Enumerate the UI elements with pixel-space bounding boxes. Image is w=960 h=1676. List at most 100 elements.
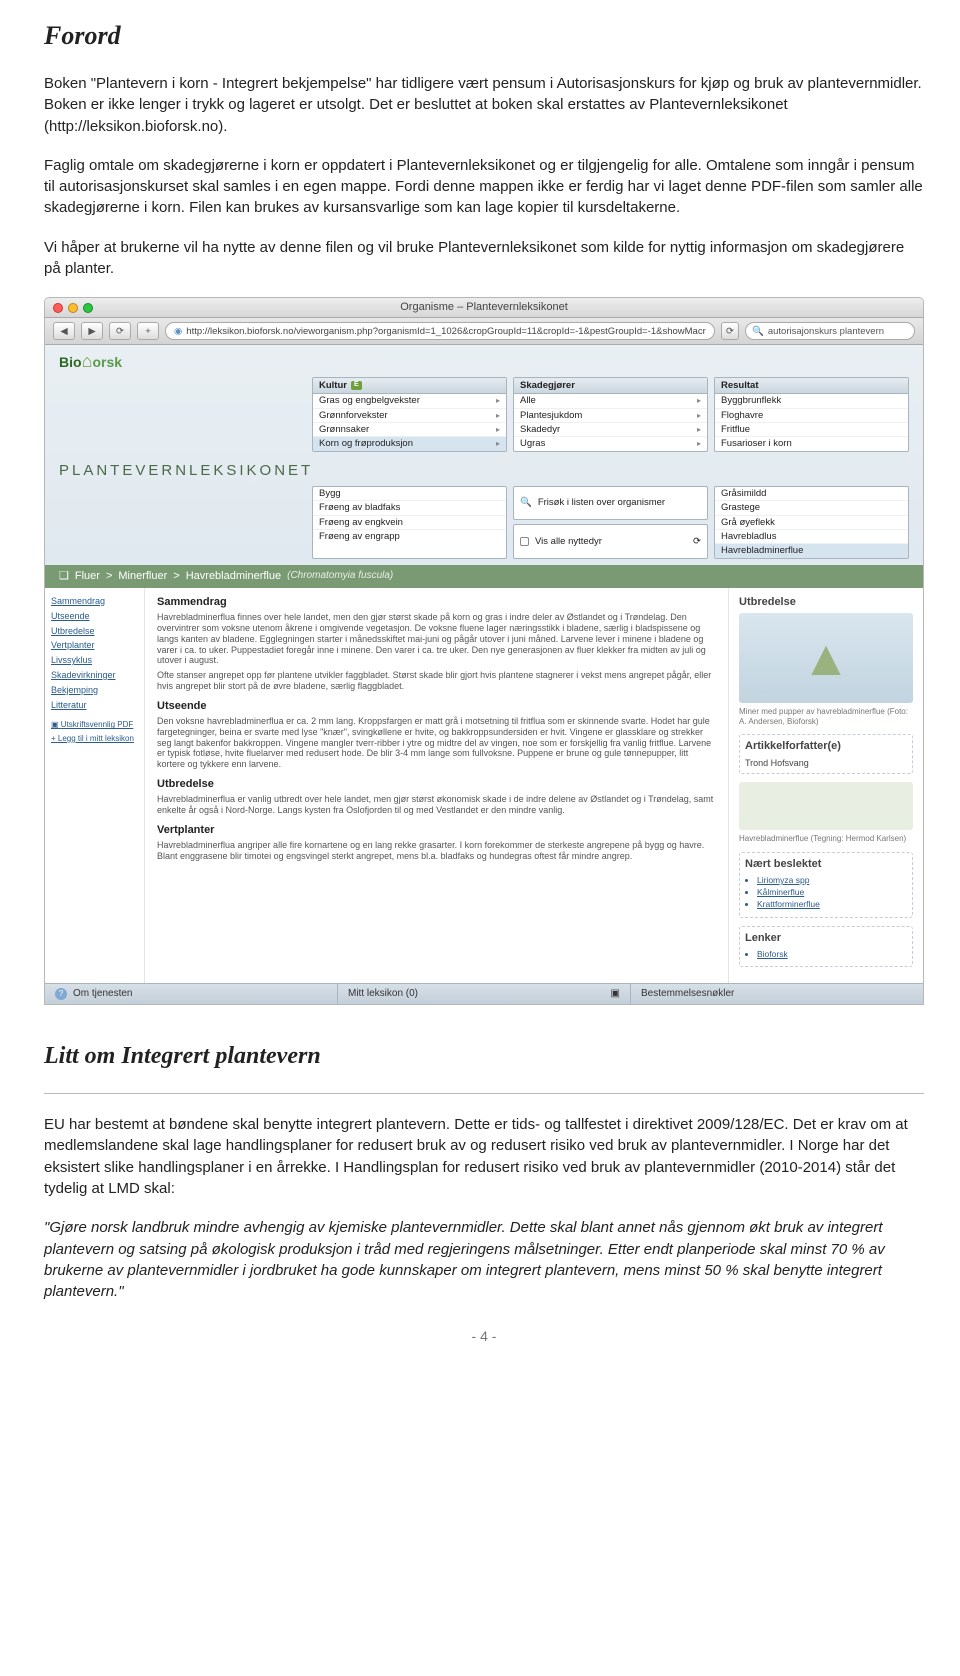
filter-search[interactable]: 🔍Frisøk i listen over organismer — [513, 486, 708, 520]
reload-button[interactable]: ⟳ — [109, 322, 131, 340]
table-row[interactable]: Ugras▸ — [514, 437, 707, 450]
browser-toolbar: ◀ ▶ ⟳ + ◉ http://leksikon.bioforsk.no/vi… — [45, 318, 923, 345]
related-link[interactable]: Liriomyza spp — [757, 875, 907, 885]
window-title: Organisme – Plantevernleksikonet — [45, 301, 923, 314]
para-1: Boken "Plantevern i korn - Integrert bek… — [44, 73, 924, 137]
rss-button[interactable]: ⟳ — [721, 322, 739, 340]
table-row[interactable]: Frøeng av engrapp — [313, 530, 506, 543]
skadegjorer-table: Skadegjører Alle▸ Plantesjukdom▸ Skadedy… — [513, 377, 708, 452]
divider — [44, 1093, 924, 1094]
left-nav: Sammendrag Utseende Utbredelse Vertplant… — [45, 588, 145, 983]
filter-checkbox[interactable]: Vis alle nyttedyr⟳ — [513, 524, 708, 558]
related-link[interactable]: Krattforminerflue — [757, 899, 907, 909]
table-row[interactable]: Alle▸ — [514, 394, 707, 408]
heading-integrert: Litt om Integrert plantevern — [44, 1039, 924, 1073]
window-titlebar: Organisme – Plantevernleksikonet — [45, 298, 923, 318]
resultat-table-2: Gråsimildd Grastege Grå øyeflekk Havrebl… — [714, 486, 909, 559]
tab-mylex[interactable]: Mitt leksikon (0)▣ — [338, 984, 631, 1004]
table-row[interactable]: Gråsimildd — [715, 487, 908, 501]
nav-link[interactable]: Utbredelse — [51, 626, 138, 637]
crumb-2[interactable]: Minerfluer — [118, 570, 167, 583]
para-2: Faglig omtale om skadegjørerne i korn er… — [44, 155, 924, 219]
table-row[interactable]: Havrebladlus — [715, 530, 908, 544]
table-row[interactable]: Plantesjukdom▸ — [514, 409, 707, 423]
table-row[interactable]: Byggbrunflekk — [715, 394, 908, 408]
para-4: EU har bestemt at bøndene skal benytte i… — [44, 1114, 924, 1199]
para-5-quote: "Gjøre norsk landbruk mindre avhengig av… — [44, 1217, 924, 1302]
url-text: http://leksikon.bioforsk.no/vieworganism… — [186, 326, 705, 337]
add-button[interactable]: + — [137, 322, 159, 340]
search-text: autorisajonskurs plantevern — [768, 326, 884, 337]
bottom-tabs: ?Om tjenesten Mitt leksikon (0)▣ Bestemm… — [45, 983, 923, 1004]
author: Trond Hofsvang — [745, 758, 907, 769]
nav-link[interactable]: Litteratur — [51, 700, 138, 711]
section-heading: Sammendrag — [157, 596, 716, 609]
caption: Havrebladminerflue (Tegning: Hermod Karl… — [739, 834, 913, 844]
table-row[interactable]: Grønnsaker▸ — [313, 423, 506, 437]
forward-button[interactable]: ▶ — [81, 322, 103, 340]
kultur-table: Kultur E Gras og engbelgvekster▸ Grønnfor… — [312, 377, 507, 452]
right-sidebar: Utbredelse ▲ Miner med pupper av havrebl… — [728, 588, 923, 983]
nav-link[interactable]: Livssyklus — [51, 655, 138, 666]
nav-link[interactable]: Utseende — [51, 611, 138, 622]
nav-pdf[interactable]: ▣ Utskriftsvennlig PDF — [51, 720, 138, 730]
table-row[interactable]: Fritflue — [715, 423, 908, 437]
plus-icon: + — [51, 734, 56, 743]
table-row[interactable]: Frøeng av engkvein — [313, 516, 506, 530]
sidebar-heading: Artikkelforfatter(e) — [745, 740, 907, 753]
sidebar-heading: Lenker — [745, 932, 907, 945]
refresh-icon[interactable]: ⟳ — [693, 536, 701, 547]
table-row[interactable]: Grønnforvekster▸ — [313, 409, 506, 423]
book-icon: ▣ — [611, 988, 620, 1000]
article-body: Sammendrag Havrebladminerflua finnes ove… — [145, 588, 728, 983]
kultur-header: Kultur — [319, 380, 347, 391]
table-row[interactable]: Skadedyr▸ — [514, 423, 707, 437]
nav-link[interactable]: Sammendrag — [51, 596, 138, 607]
checkbox-icon — [520, 537, 529, 546]
para-3: Vi håper at brukerne vil ha nytte av den… — [44, 237, 924, 280]
table-row[interactable]: Fusarioser i korn — [715, 437, 908, 450]
crumb-3: Havrebladminerflue — [186, 570, 281, 583]
table-row[interactable]: Grå øyeflekk — [715, 516, 908, 530]
search-field[interactable]: 🔍 autorisajonskurs plantevern — [745, 322, 915, 340]
brand-name: PLANTEVERNLEKSIKONET — [59, 462, 313, 480]
nav-add[interactable]: + Legg til i mitt leksikon — [51, 734, 138, 744]
section-heading: Vertplanter — [157, 824, 716, 837]
tab-about[interactable]: ?Om tjenesten — [45, 984, 338, 1004]
heading-forord: Forord — [44, 18, 924, 55]
table-row[interactable]: Floghavre — [715, 409, 908, 423]
nav-link[interactable]: Skadevirkninger — [51, 670, 138, 681]
bug-icon: ❑ — [59, 570, 69, 583]
back-button[interactable]: ◀ — [53, 322, 75, 340]
bioforsk-logo[interactable]: Bio⌂orsk — [59, 351, 122, 373]
nav-link[interactable]: Bekjemping — [51, 685, 138, 696]
browser-screenshot: Organisme – Plantevernleksikonet ◀ ▶ ⟳ +… — [44, 297, 924, 1005]
map-thumbnail: ▲ — [739, 613, 913, 703]
search-icon: 🔍 — [752, 326, 764, 337]
table-row[interactable]: Havrebladminerflue — [715, 544, 908, 557]
globe-icon: ◉ — [174, 326, 182, 337]
info-icon: ? — [55, 988, 67, 1000]
drawing-thumbnail — [739, 782, 913, 830]
caption: Miner med pupper av havrebladminerflue (… — [739, 707, 913, 726]
url-field[interactable]: ◉ http://leksikon.bioforsk.no/vieworgani… — [165, 322, 715, 340]
crops-table: Bygg Frøeng av bladfaks Frøeng av engkve… — [312, 486, 507, 559]
breadcrumb: ❑ Fluer > Minerfluer > Havrebladminerflu… — [45, 565, 923, 588]
table-row[interactable]: Korn og frøproduksjon▸ — [313, 437, 506, 450]
nav-link[interactable]: Vertplanter — [51, 640, 138, 651]
badge: E — [351, 381, 362, 389]
resultat-table: Resultat Byggbrunflekk Floghavre Fritflu… — [714, 377, 909, 452]
table-row[interactable]: Grastege — [715, 501, 908, 515]
page-number: - 4 - — [44, 1327, 924, 1347]
table-row[interactable]: Bygg — [313, 487, 506, 501]
skade-header: Skadegjører — [520, 380, 575, 391]
search-icon: 🔍 — [520, 497, 532, 508]
table-row[interactable]: Gras og engbelgvekster▸ — [313, 394, 506, 408]
sidebar-heading: Utbredelse — [739, 596, 913, 609]
tab-keys[interactable]: Bestemmelsesnøkler — [631, 984, 923, 1004]
pdf-icon: ▣ — [51, 720, 59, 729]
table-row[interactable]: Frøeng av bladfaks — [313, 501, 506, 515]
external-link[interactable]: Bioforsk — [757, 949, 907, 959]
related-link[interactable]: Kålminerflue — [757, 887, 907, 897]
crumb-1[interactable]: Fluer — [75, 570, 100, 583]
